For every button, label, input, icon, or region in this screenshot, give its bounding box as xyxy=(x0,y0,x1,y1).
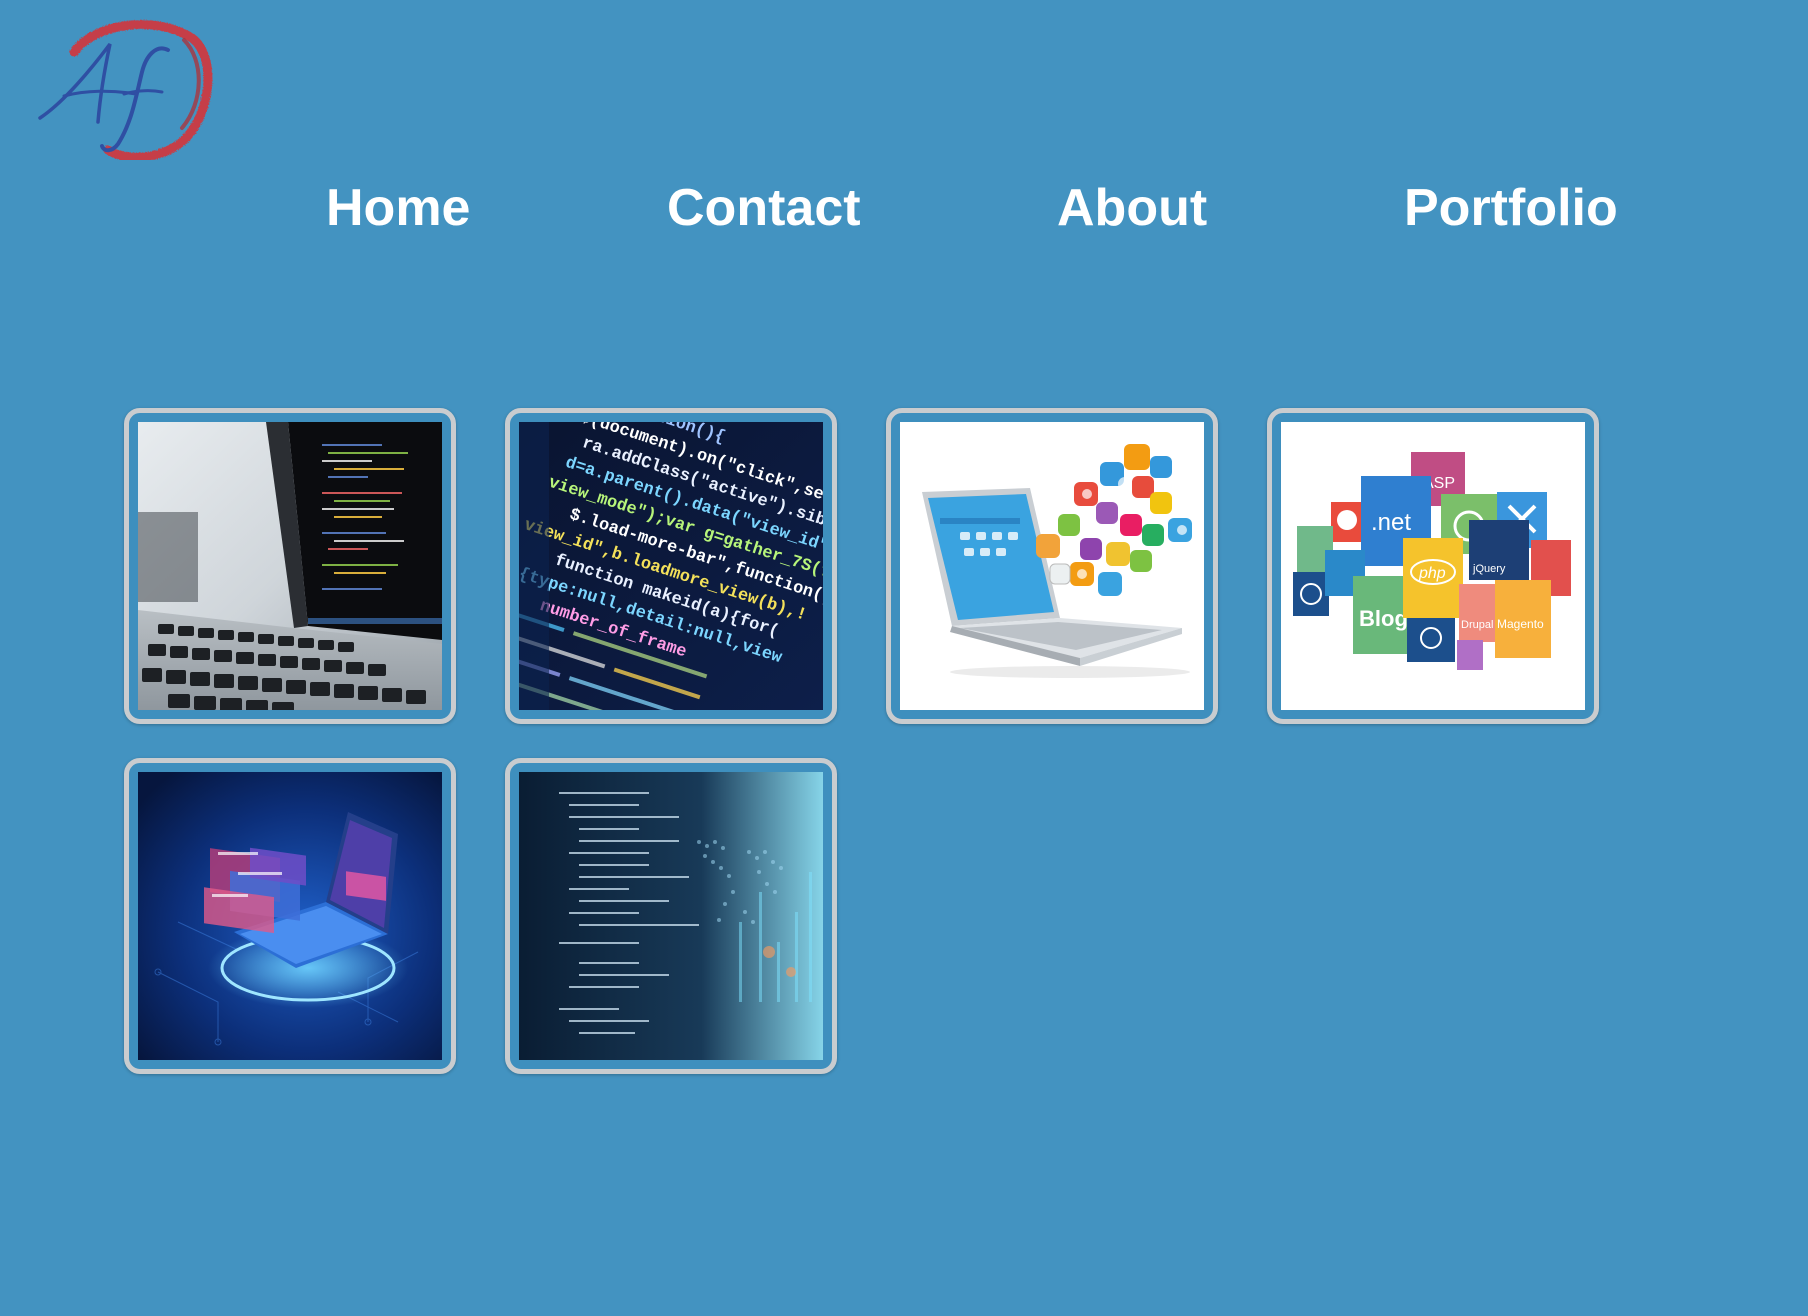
main-nav: Home Contact About Portfolio xyxy=(0,178,1808,238)
nav-about-link[interactable]: About xyxy=(1057,178,1207,238)
cube-label-drupal: Drupal xyxy=(1461,619,1493,631)
nav-portfolio-link[interactable]: Portfolio xyxy=(1404,178,1618,238)
af-monogram-logo-icon xyxy=(38,20,213,162)
isometric-laptop-interface-illustration-icon xyxy=(138,772,442,1060)
web-technologies-cubes-illustration-icon: ASP .net jQuery Blog php Drupal Magento xyxy=(1281,422,1585,710)
gallery-tile-1[interactable] xyxy=(124,408,456,724)
cube-label-net: .net xyxy=(1371,509,1411,536)
gallery-tile-3[interactable] xyxy=(886,408,1218,724)
code-world-map-photo-icon xyxy=(519,772,823,1060)
cube-label-php: php xyxy=(1418,565,1446,582)
laptop-apps-illustration-icon xyxy=(900,422,1204,710)
gallery-tile-4[interactable]: ASP .net jQuery Blog php Drupal Magento xyxy=(1267,408,1599,724)
gallery-tile-6[interactable] xyxy=(505,758,837,1074)
page: Af Home Contact About Portfolio xyxy=(0,0,1808,1316)
cube-label-jquery: jQuery xyxy=(1472,563,1506,575)
code-closeup-photo-icon: ready(function(){ $(document).on("click"… xyxy=(519,422,823,710)
site-logo[interactable]: Af xyxy=(34,10,214,162)
nav-contact-link[interactable]: Contact xyxy=(667,178,861,238)
cube-label-magento: Magento xyxy=(1497,617,1544,631)
gallery-tile-5[interactable] xyxy=(124,758,456,1074)
laptop-code-photo-icon xyxy=(138,422,442,710)
nav-home-link[interactable]: Home xyxy=(326,178,470,238)
cube-label-blog: Blog xyxy=(1359,606,1408,631)
gallery-tile-2[interactable]: ready(function(){ $(document).on("click"… xyxy=(505,408,837,724)
